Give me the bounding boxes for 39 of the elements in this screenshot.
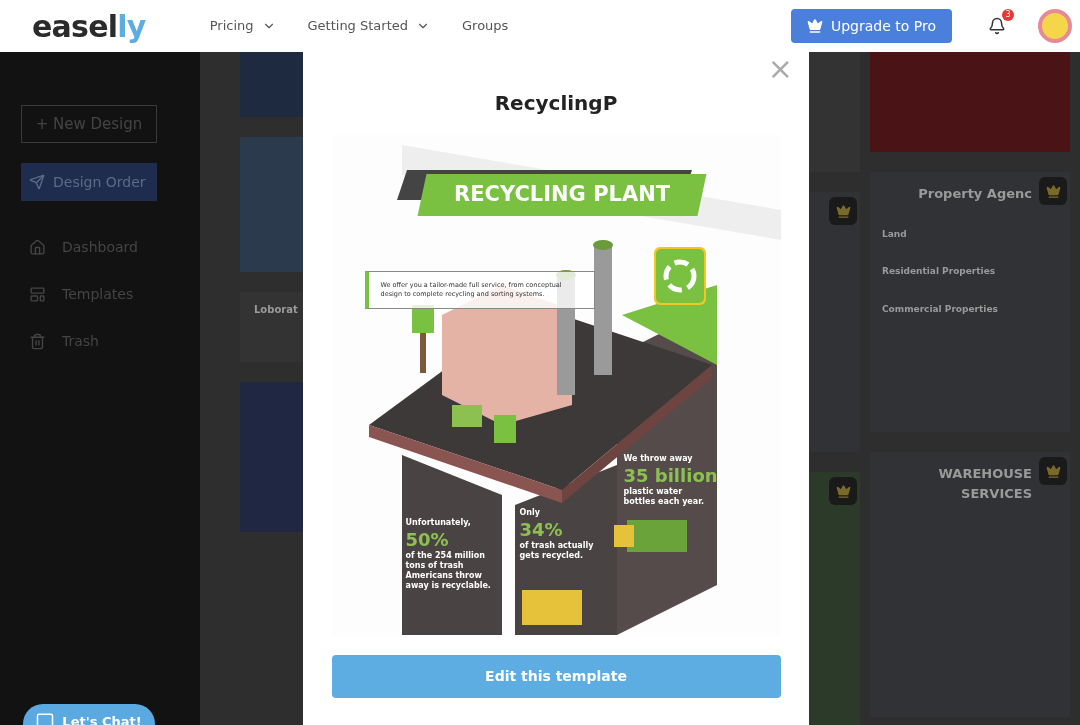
template-title: WAREHOUSE SERVICES	[937, 465, 1032, 503]
chat-icon	[36, 712, 55, 725]
send-icon	[29, 174, 45, 190]
stat-figure: 34%	[519, 519, 564, 541]
nav-link[interactable]: Groups	[462, 16, 509, 36]
edit-template-button[interactable]: Edit this template	[331, 655, 781, 698]
stat-text: of the 254 million tons of trash Americans throw away is recyclable.	[405, 551, 492, 591]
modal-title: RecyclingP	[494, 90, 618, 117]
template-label: Commercial Properties	[882, 302, 999, 316]
template-title: Loborat	[254, 303, 298, 317]
template-title: Property Agenc	[918, 185, 1032, 203]
avatar[interactable]	[1038, 9, 1072, 43]
notification-badge: 3	[1002, 9, 1014, 21]
design-order-button[interactable]: Design Order	[21, 163, 157, 201]
trash-icon	[29, 333, 46, 350]
upgrade-button[interactable]: Upgrade to Pro	[790, 9, 952, 43]
stat-lead: We throw away	[623, 453, 694, 465]
notifications-button[interactable]	[988, 17, 1006, 35]
close-button[interactable]: ×	[767, 54, 793, 84]
stat-text: of trash actually gets recycled.	[519, 541, 595, 561]
home-icon	[29, 239, 46, 256]
stat-lead: Unfortunately,	[405, 517, 472, 529]
template-card[interactable]: Property Agenc Land Residential Properties Commercial Properties	[870, 172, 1070, 432]
layout-icon	[29, 286, 46, 303]
nav-link[interactable]: Pricing	[209, 16, 276, 36]
template-label: Land	[882, 227, 908, 241]
recycling-sign-icon	[653, 247, 706, 305]
infographic-title: RECYCLING PLANT	[453, 181, 670, 209]
stat-figure: 50%	[405, 529, 450, 551]
bell-icon	[988, 17, 1006, 35]
stat-lead: Only	[519, 507, 541, 519]
nav-link[interactable]: Getting Started	[307, 16, 430, 36]
crown-icon	[806, 18, 823, 34]
stat-figure: 35 billion	[623, 465, 716, 487]
stat-text: plastic water bottles each year.	[623, 487, 705, 507]
bush-shape	[493, 415, 516, 443]
logo[interactable]: easelly	[32, 3, 146, 49]
template-label: Residential Properties	[882, 265, 997, 278]
template-card[interactable]: WAREHOUSE SERVICES	[870, 452, 1070, 717]
